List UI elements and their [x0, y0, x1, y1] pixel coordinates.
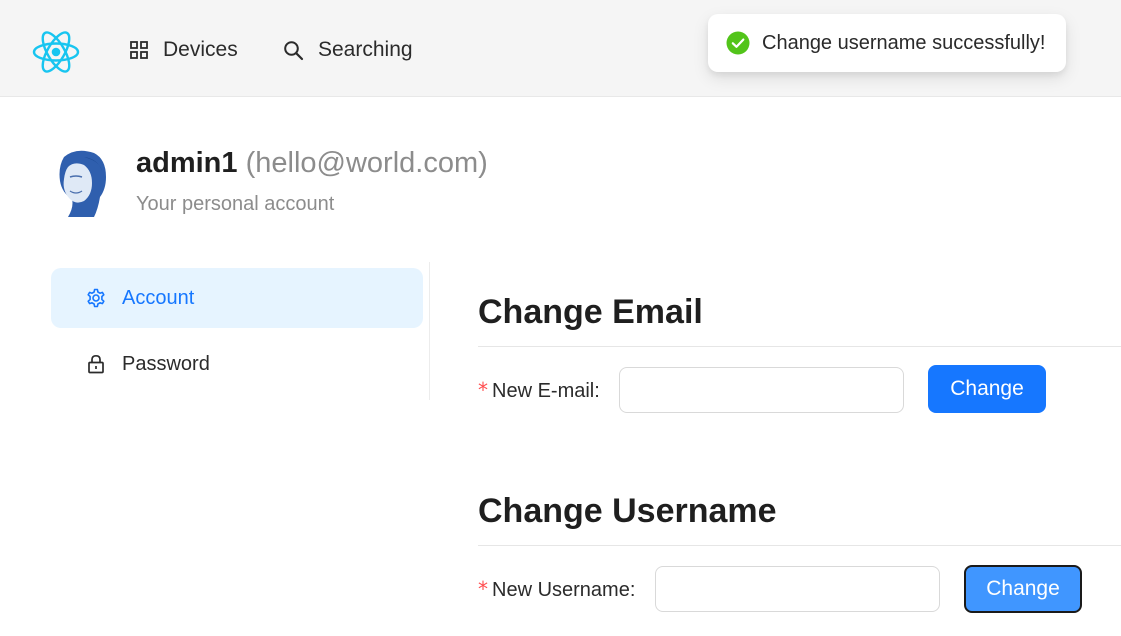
sidemenu-item-account[interactable]: Account: [51, 268, 423, 328]
new-username-input[interactable]: [655, 566, 940, 612]
toast-message: Change username successfully!: [762, 31, 1046, 54]
search-icon: [284, 40, 304, 60]
profile-subtitle: Your personal account: [136, 193, 335, 215]
nav-searching-label: Searching: [318, 38, 413, 61]
settings-sidemenu: Account Password: [51, 268, 423, 400]
nav-devices-label: Devices: [163, 38, 238, 61]
new-email-input[interactable]: [619, 367, 904, 413]
sidemenu-item-label: Password: [122, 352, 210, 375]
required-mark: *: [478, 378, 488, 402]
change-username-title: Change Username: [478, 492, 777, 530]
change-email-button[interactable]: Change: [928, 365, 1046, 413]
success-toast: Change username successfully!: [708, 14, 1066, 72]
new-email-label-text: New E-mail: [492, 380, 595, 402]
gear-icon: [87, 288, 105, 308]
nav-item-searching[interactable]: Searching: [283, 34, 413, 66]
change-email-title: Change Email: [478, 293, 703, 331]
section-divider: [478, 346, 1121, 347]
grid-icon: [130, 41, 148, 59]
section-divider: [478, 545, 1121, 546]
sidemenu-divider: [429, 262, 430, 400]
change-username-button[interactable]: Change: [964, 565, 1082, 613]
sidemenu-item-password[interactable]: Password: [51, 334, 423, 394]
new-username-label: * New Username:: [478, 577, 635, 602]
react-atom-icon[interactable]: [31, 27, 81, 77]
label-colon: :: [594, 380, 600, 402]
profile-username: admin1: [136, 147, 238, 179]
nav-item-devices[interactable]: Devices: [129, 34, 238, 66]
required-mark: *: [478, 577, 488, 601]
sidemenu-item-label: Account: [122, 286, 195, 309]
avatar[interactable]: [54, 149, 110, 217]
profile-email: (hello@world.com): [245, 147, 488, 179]
profile-name: admin1 (hello@world.com): [136, 147, 488, 180]
label-colon: :: [629, 579, 636, 601]
new-username-label-text: New Username: [492, 579, 630, 601]
check-circle-icon: [726, 31, 750, 55]
new-email-label: * New E-mail:: [478, 378, 600, 403]
lock-icon: [88, 354, 104, 374]
